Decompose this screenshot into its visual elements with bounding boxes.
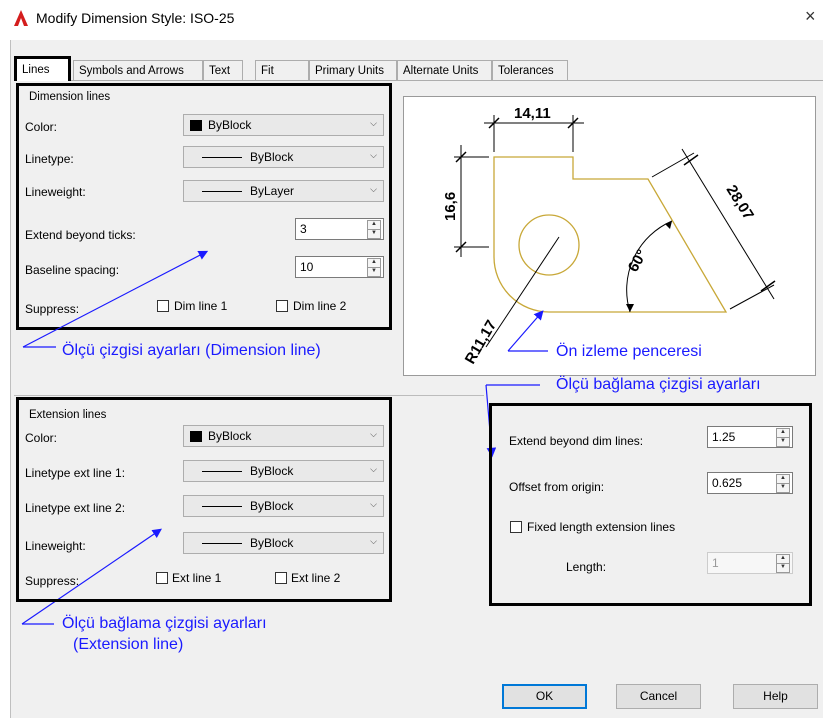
extend-beyond-dim-lines-label: Extend beyond dim lines: — [509, 434, 644, 448]
ext-lineweight-label: Lineweight: — [25, 539, 86, 553]
spin-down-icon[interactable]: ▼ — [776, 563, 790, 573]
annotation-preview-window: Ön izleme penceresi — [556, 343, 702, 360]
offset-from-origin-spinner[interactable]: 0.625 ▲ ▼ — [707, 472, 793, 494]
chevron-down-icon: ⌵ — [370, 464, 377, 474]
line-sample-icon — [202, 543, 242, 544]
ext-line1-checkbox[interactable] — [156, 572, 168, 584]
annotation-extension-line-en: (Extension line) — [73, 636, 184, 653]
ext-linetype1-combo[interactable]: ByBlock ⌵ — [183, 460, 384, 482]
annotation-dimension-line: Ölçü çizgisi ayarları (Dimension line) — [62, 342, 321, 359]
spin-down-icon[interactable]: ▼ — [776, 437, 790, 447]
ext-linetype2-combo[interactable]: ByBlock ⌵ — [183, 495, 384, 517]
chevron-down-icon: ⌵ — [370, 429, 377, 439]
line-sample-icon — [202, 471, 242, 472]
offset-from-origin-value: 0.625 — [712, 476, 743, 490]
ext-lineweight-value: ByBlock — [250, 536, 294, 550]
ext-line2-checkbox[interactable] — [275, 572, 287, 584]
length-value: 1 — [712, 556, 719, 570]
annotation-ext-settings: Ölçü bağlama çizgisi ayarları — [556, 376, 761, 393]
fixed-length-label: Fixed length extension lines — [527, 520, 676, 534]
ext-linetype2-value: ByBlock — [250, 499, 294, 513]
line-sample-icon — [202, 506, 242, 507]
ext-color-combo[interactable]: ByBlock ⌵ — [183, 425, 384, 447]
ext-linetype1-value: ByBlock — [250, 464, 294, 478]
ext-linetype2-label: Linetype ext line 2: — [25, 501, 126, 515]
ext-lineweight-combo[interactable]: ByBlock ⌵ — [183, 532, 384, 554]
section-separator — [14, 395, 484, 396]
length-label: Length: — [566, 560, 607, 574]
annotation-extension-line: Ölçü bağlama çizgisi ayarları — [62, 615, 267, 632]
extend-beyond-dim-lines-value: 1.25 — [712, 430, 736, 444]
length-spinner[interactable]: 1 ▲ ▼ — [707, 552, 793, 574]
ok-button[interactable]: OK — [502, 684, 587, 709]
cancel-button[interactable]: Cancel — [616, 684, 701, 709]
extend-beyond-dim-lines-spinner[interactable]: 1.25 ▲ ▼ — [707, 426, 793, 448]
chevron-down-icon: ⌵ — [370, 536, 377, 546]
help-button[interactable]: Help — [733, 684, 818, 709]
annotation-arrow — [22, 250, 209, 348]
spin-down-icon[interactable]: ▼ — [776, 483, 790, 493]
offset-from-origin-label: Offset from origin: — [509, 480, 605, 494]
ext-line1-label: Ext line 1 — [172, 571, 222, 585]
ext-suppress-label: Suppress: — [25, 574, 80, 588]
ext-color-value: ByBlock — [208, 429, 252, 443]
fixed-length-checkbox[interactable] — [510, 521, 522, 533]
ext-linetype1-label: Linetype ext line 1: — [25, 466, 126, 480]
chevron-down-icon: ⌵ — [370, 499, 377, 509]
ext-color-label: Color: — [25, 431, 58, 445]
ext-line2-label: Ext line 2 — [291, 571, 341, 585]
color-swatch — [190, 431, 202, 442]
extension-lines-group-title: Extension lines — [27, 409, 109, 421]
annotation-arrow — [507, 310, 544, 352]
